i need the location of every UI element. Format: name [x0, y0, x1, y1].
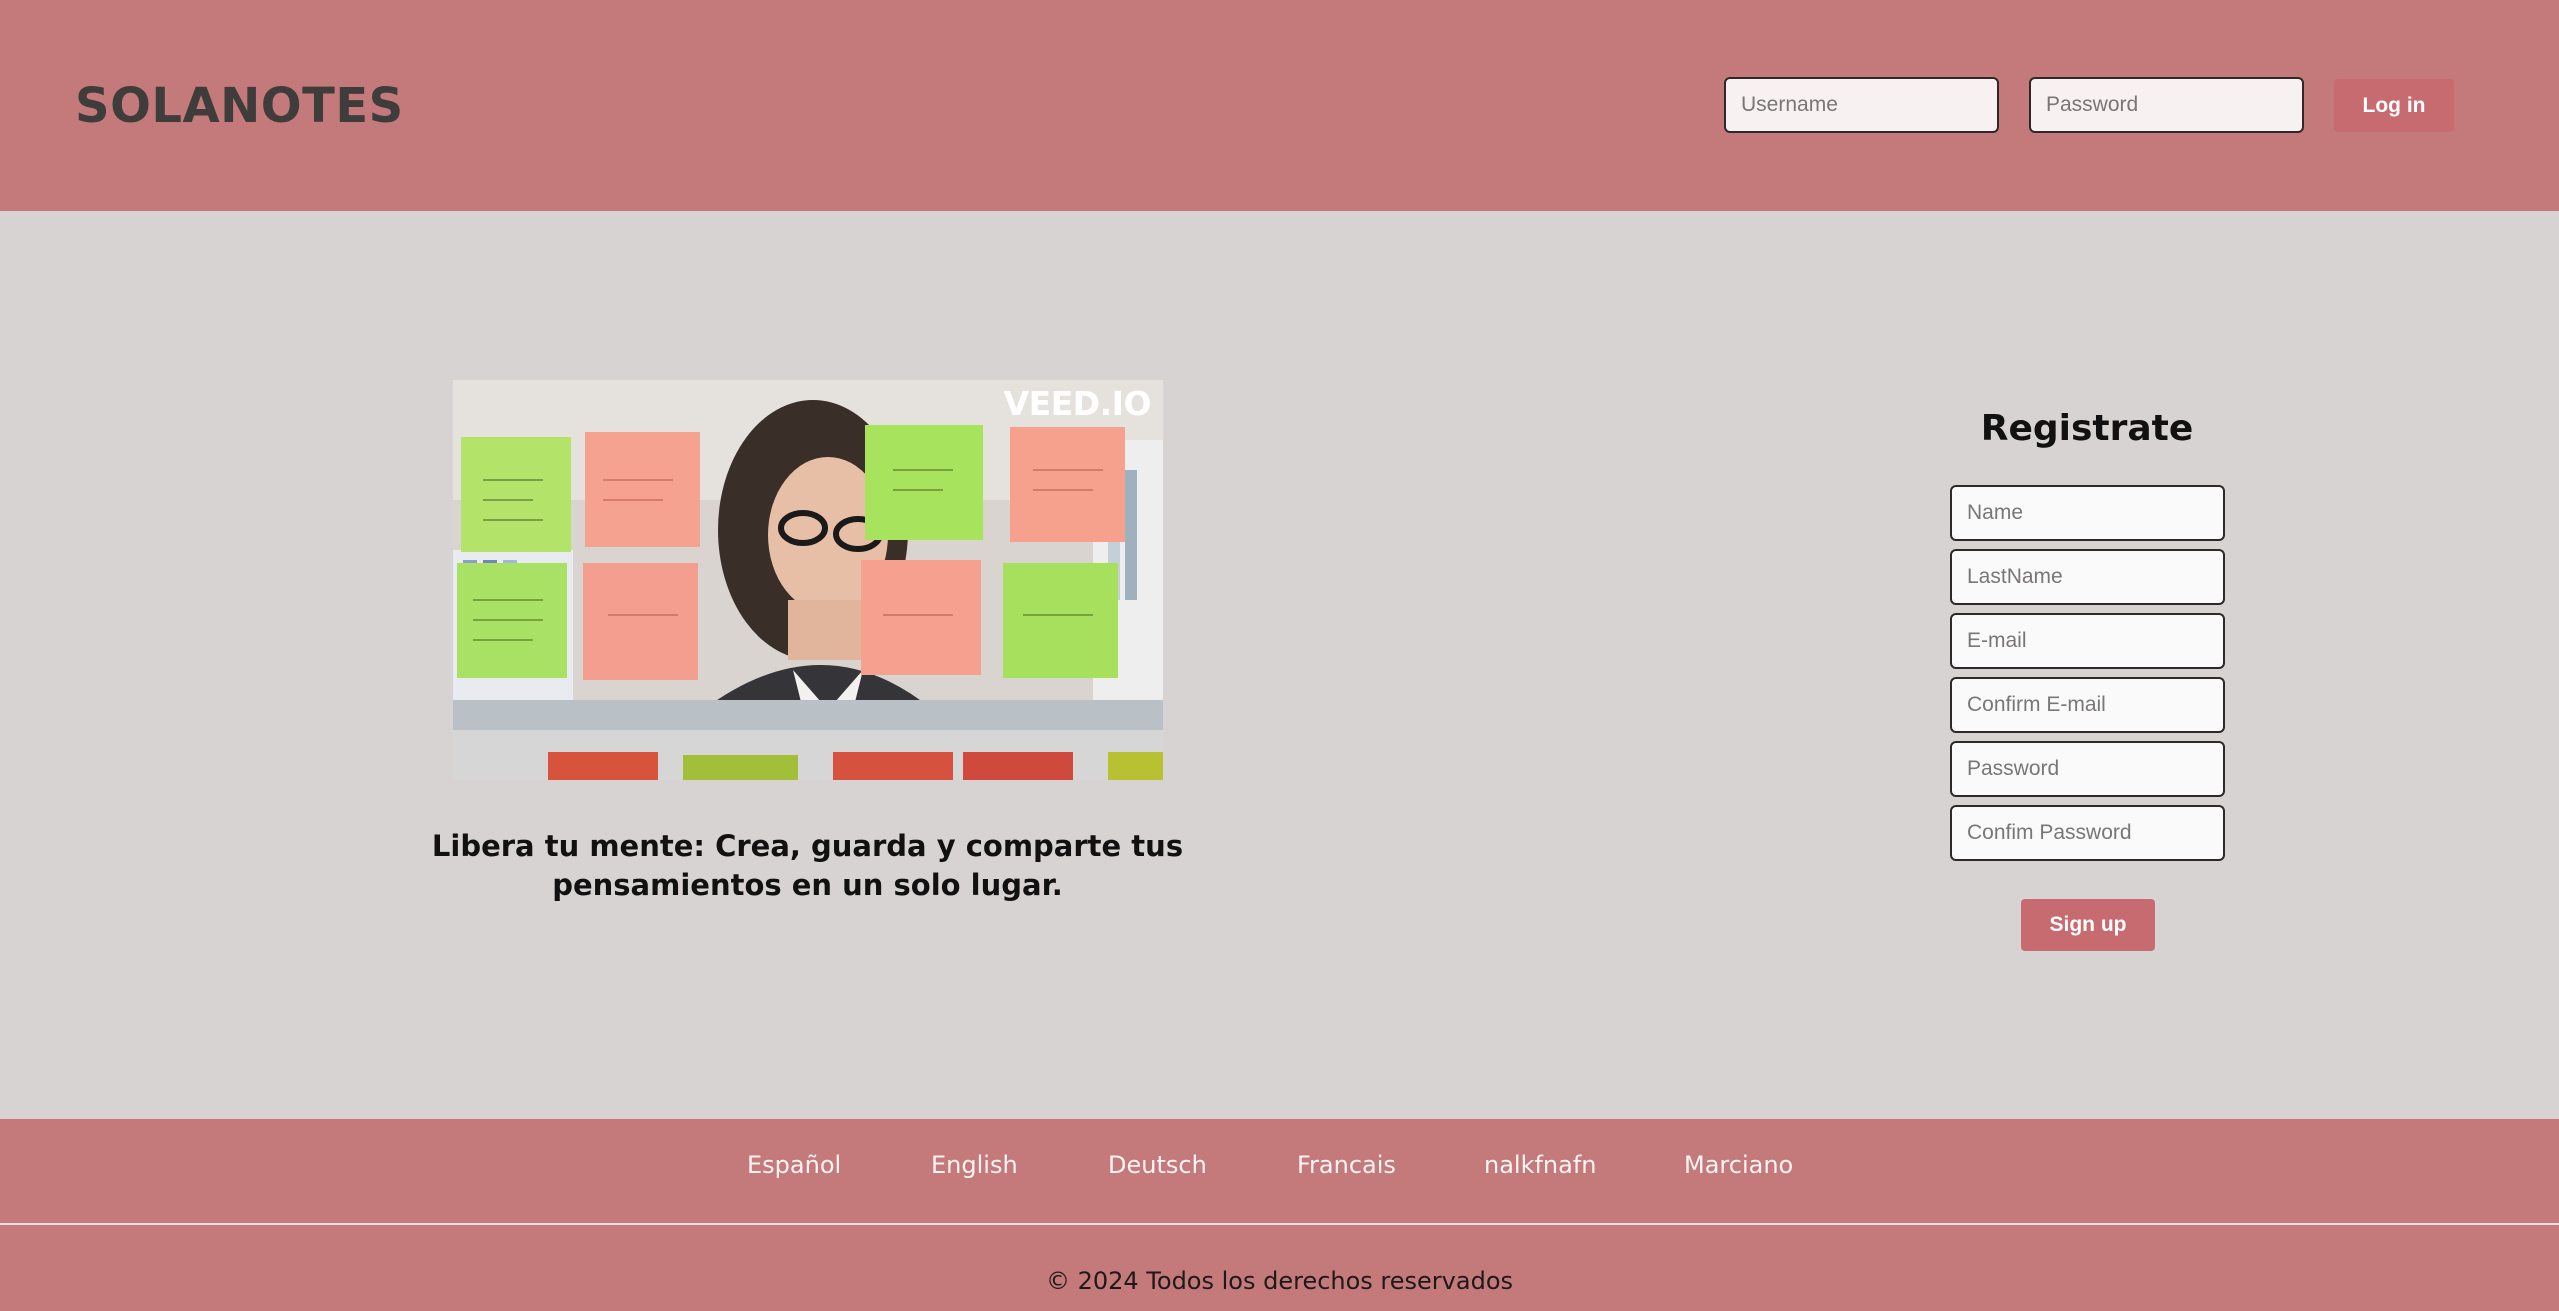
copyright-text: © 2024 Todos los derechos reservados: [1045, 1267, 1514, 1295]
password-input[interactable]: [2029, 77, 2304, 133]
lastname-field[interactable]: [1950, 549, 2225, 605]
language-link-deutsch[interactable]: Deutsch: [1108, 1151, 1207, 1179]
language-link-francais[interactable]: Francais: [1297, 1151, 1396, 1179]
login-button[interactable]: Log in: [2334, 79, 2454, 132]
language-link-english[interactable]: English: [931, 1151, 1018, 1179]
register-password-field[interactable]: [1950, 741, 2225, 797]
name-field[interactable]: [1950, 485, 2225, 541]
brand-logo: SOLANOTES: [75, 78, 404, 134]
register-title: Registrate: [1980, 408, 2194, 449]
signup-button[interactable]: Sign up: [2021, 899, 2155, 951]
confirm-email-field[interactable]: [1950, 677, 2225, 733]
hero-video[interactable]: VEED.IO: [453, 380, 1163, 780]
language-link-espanol[interactable]: Español: [747, 1151, 841, 1179]
video-watermark: VEED.IO: [1003, 384, 1152, 423]
confirm-password-field[interactable]: [1950, 805, 2225, 861]
sticky-notes-woman-image: [453, 380, 1163, 780]
tagline: Libera tu mente: Crea, guarda y comparte…: [431, 829, 1184, 902]
language-link-nalkfnafn[interactable]: nalkfnafn: [1484, 1151, 1597, 1179]
top-header: SOLANOTES Log in: [0, 0, 2559, 211]
footer-divider: [0, 1223, 2559, 1225]
language-link-marciano[interactable]: Marciano: [1684, 1151, 1793, 1179]
footer: Español English Deutsch Francais nalkfna…: [0, 1119, 2559, 1311]
email-field[interactable]: [1950, 613, 2225, 669]
username-input[interactable]: [1724, 77, 1999, 133]
